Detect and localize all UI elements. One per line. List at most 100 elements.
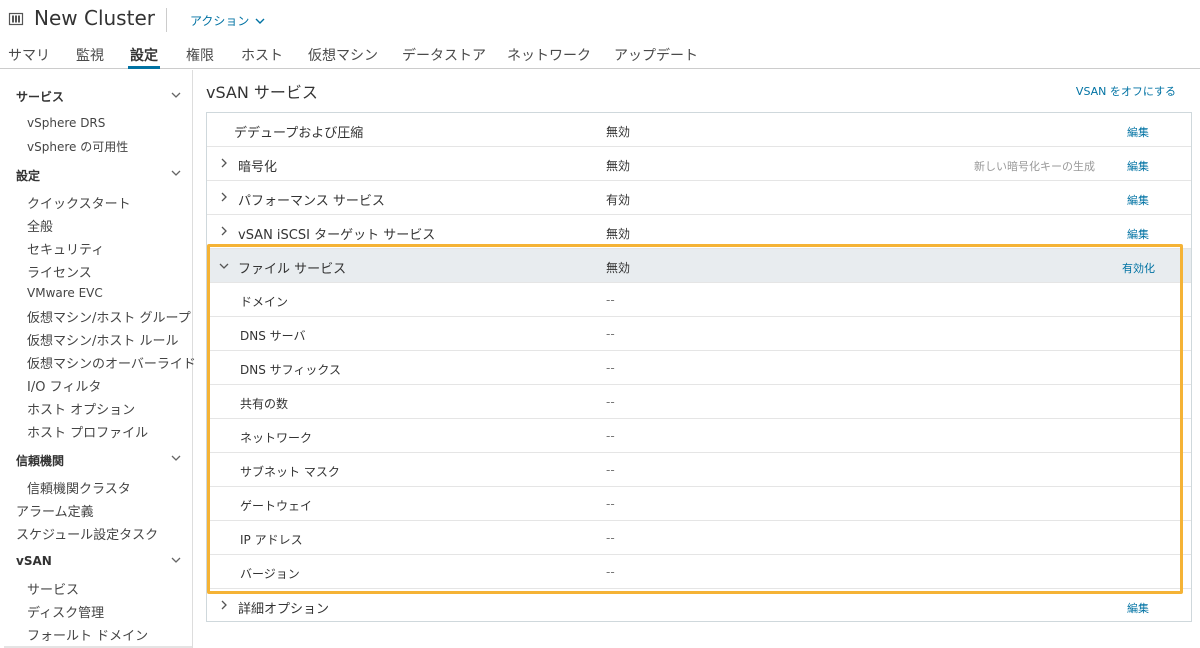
sidebar-item-vsphere-ha[interactable]: vSphere の可用性: [27, 138, 128, 155]
tab-bar: サマリ 監視 設定 権限 ホスト 仮想マシン データストア ネットワーク アップ…: [0, 40, 1200, 69]
row-label: vSAN iSCSI ターゲット サービス: [238, 228, 436, 243]
sidebar-item-vm-overrides[interactable]: 仮想マシンのオーバーライド: [27, 353, 196, 372]
row-label: 詳細オプション: [238, 602, 330, 617]
row-label: ネットワーク: [240, 431, 313, 445]
row-value: --: [606, 565, 615, 579]
row-label: サブネット マスク: [240, 465, 340, 479]
file-service-subnet-mask-row: サブネット マスク --: [207, 453, 1191, 487]
row-value: --: [606, 395, 615, 409]
settings-sidebar: サービス vSphere DRS vSphere の可用性 設定 クイックスター…: [0, 70, 196, 648]
file-service-version-row: バージョン --: [207, 555, 1191, 589]
chevron-right-icon[interactable]: [219, 226, 229, 236]
sidebar-group-services[interactable]: サービス: [16, 88, 64, 105]
stack-row-advanced-options[interactable]: 詳細オプション 編集: [207, 589, 1191, 623]
sidebar-item-scheduled-tasks[interactable]: スケジュール設定タスク: [16, 524, 158, 543]
file-service-network-row: ネットワーク --: [207, 419, 1191, 453]
enable-link[interactable]: 有効化: [1122, 260, 1155, 276]
page-title: New Cluster: [34, 6, 155, 30]
row-label: ファイル サービス: [238, 262, 347, 277]
tab-permissions[interactable]: 権限: [186, 45, 214, 68]
row-label: パフォーマンス サービス: [238, 194, 385, 209]
sidebar-item-vsphere-drs[interactable]: vSphere DRS: [27, 116, 105, 130]
edit-link[interactable]: 編集: [1127, 158, 1149, 174]
turn-off-vsan-link[interactable]: VSAN をオフにする: [1076, 83, 1176, 99]
edit-link[interactable]: 編集: [1127, 124, 1149, 140]
row-label: IP アドレス: [240, 533, 303, 547]
chevron-right-icon[interactable]: [219, 600, 229, 610]
sidebar-item-security[interactable]: セキュリティ: [27, 239, 104, 258]
tab-hosts[interactable]: ホスト: [241, 45, 283, 68]
stack-row-iscsi[interactable]: vSAN iSCSI ターゲット サービス 無効 編集: [207, 215, 1191, 249]
edit-link[interactable]: 編集: [1127, 192, 1149, 208]
file-service-domain-row: ドメイン --: [207, 283, 1191, 317]
sidebar-item-host-profile[interactable]: ホスト プロファイル: [27, 422, 148, 441]
row-value: 有効: [606, 193, 631, 207]
row-value: --: [606, 361, 615, 375]
sidebar-item-trusted-cluster[interactable]: 信頼機関クラスタ: [27, 478, 131, 497]
chevron-down-icon[interactable]: [170, 89, 182, 101]
row-value: --: [606, 327, 615, 341]
tab-networks[interactable]: ネットワーク: [507, 45, 591, 68]
row-value: 無効: [606, 125, 631, 139]
cluster-icon: [8, 12, 24, 26]
row-value: 無効: [606, 227, 631, 241]
stack-row-dedupe: デデュープおよび圧縮 無効 編集: [207, 113, 1191, 147]
row-value: --: [606, 531, 615, 545]
object-header: New Cluster アクション: [0, 0, 1200, 40]
row-label: デデュープおよび圧縮: [234, 126, 364, 141]
sidebar-item-quickstart[interactable]: クイックスタート: [27, 193, 131, 212]
row-label: 暗号化: [238, 160, 278, 175]
tab-datastores[interactable]: データストア: [402, 45, 486, 68]
row-label: ドメイン: [240, 295, 289, 309]
edit-link[interactable]: 編集: [1127, 600, 1149, 616]
title-divider: [166, 8, 167, 32]
generate-new-key-link: 新しい暗号化キーの生成: [974, 160, 1095, 173]
sidebar-item-io-filters[interactable]: I/O フィルタ: [27, 376, 101, 395]
row-label: バージョン: [240, 567, 300, 581]
chevron-right-icon[interactable]: [219, 158, 229, 168]
row-label: DNS サフィックス: [240, 363, 342, 377]
row-label: 共有の数: [240, 397, 289, 411]
sidebar-item-vm-host-groups[interactable]: 仮想マシン/ホスト グループ: [27, 307, 191, 326]
sidebar-item-alarm-definitions[interactable]: アラーム定義: [16, 501, 94, 520]
sidebar-item-host-options[interactable]: ホスト オプション: [27, 399, 135, 418]
row-value: --: [606, 497, 615, 511]
row-label: ゲートウェイ: [240, 499, 313, 513]
sidebar-item-vsan-services[interactable]: サービス: [27, 579, 79, 598]
stack-row-file-service[interactable]: ファイル サービス 無効 有効化: [207, 249, 1191, 283]
vsan-services-stack: デデュープおよび圧縮 無効 編集 暗号化 無効 新しい暗号化キーの生成 編集 パ…: [206, 112, 1192, 622]
row-value: --: [606, 463, 615, 477]
tab-monitor[interactable]: 監視: [76, 45, 104, 68]
sidebar-group-settings[interactable]: 設定: [16, 167, 40, 184]
sidebar-item-fault-domains[interactable]: フォールト ドメイン: [27, 625, 148, 644]
sidebar-item-vmware-evc[interactable]: VMware EVC: [27, 286, 103, 300]
actions-label: アクション: [190, 14, 250, 28]
stack-row-encryption[interactable]: 暗号化 無効 新しい暗号化キーの生成 編集: [207, 147, 1191, 181]
chevron-down-icon[interactable]: [170, 452, 182, 464]
tab-vms[interactable]: 仮想マシン: [308, 45, 378, 68]
tab-summary[interactable]: サマリ: [8, 45, 50, 68]
sidebar-group-trust-authority[interactable]: 信頼機関: [16, 452, 64, 469]
tab-configure[interactable]: 設定: [128, 45, 160, 69]
chevron-right-icon[interactable]: [219, 192, 229, 202]
chevron-down-icon: [255, 18, 265, 24]
chevron-down-icon[interactable]: [219, 261, 229, 271]
stack-row-performance[interactable]: パフォーマンス サービス 有効 編集: [207, 181, 1191, 215]
file-service-gateway-row: ゲートウェイ --: [207, 487, 1191, 521]
file-service-ip-address-row: IP アドレス --: [207, 521, 1191, 555]
sidebar-item-licensing[interactable]: ライセンス: [27, 262, 92, 281]
sidebar-item-vm-host-rules[interactable]: 仮想マシン/ホスト ルール: [27, 330, 179, 349]
chevron-down-icon[interactable]: [170, 167, 182, 179]
row-value: --: [606, 293, 615, 307]
actions-menu-button[interactable]: アクション: [190, 12, 265, 29]
file-service-dns-server-row: DNS サーバ --: [207, 317, 1191, 351]
tab-updates[interactable]: アップデート: [614, 45, 698, 68]
chevron-down-icon[interactable]: [170, 554, 182, 566]
file-service-dns-suffix-row: DNS サフィックス --: [207, 351, 1191, 385]
sidebar-item-general[interactable]: 全般: [27, 216, 53, 235]
file-service-share-count-row: 共有の数 --: [207, 385, 1191, 419]
row-value: 無効: [606, 261, 631, 275]
sidebar-item-disk-management[interactable]: ディスク管理: [27, 602, 104, 621]
sidebar-group-vsan[interactable]: vSAN: [16, 554, 52, 568]
edit-link[interactable]: 編集: [1127, 226, 1149, 242]
